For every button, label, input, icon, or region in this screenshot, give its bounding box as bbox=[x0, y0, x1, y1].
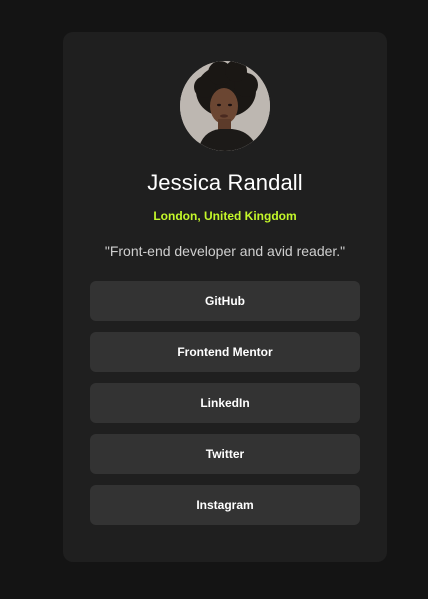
frontend-mentor-link-button[interactable]: Frontend Mentor bbox=[90, 332, 360, 372]
linkedin-link-button[interactable]: LinkedIn bbox=[90, 383, 360, 423]
avatar bbox=[180, 61, 270, 151]
social-links: GitHub Frontend Mentor LinkedIn Twitter … bbox=[90, 281, 360, 536]
instagram-link-button[interactable]: Instagram bbox=[90, 485, 360, 525]
profile-bio: "Front-end developer and avid reader." bbox=[104, 243, 346, 259]
avatar-image bbox=[180, 61, 270, 151]
profile-name: Jessica Randall bbox=[147, 170, 303, 195]
github-link-button[interactable]: GitHub bbox=[90, 281, 360, 321]
profile-location: London, United Kingdom bbox=[153, 209, 297, 223]
twitter-link-button[interactable]: Twitter bbox=[90, 434, 360, 474]
profile-card: Jessica Randall London, United Kingdom "… bbox=[63, 32, 387, 562]
